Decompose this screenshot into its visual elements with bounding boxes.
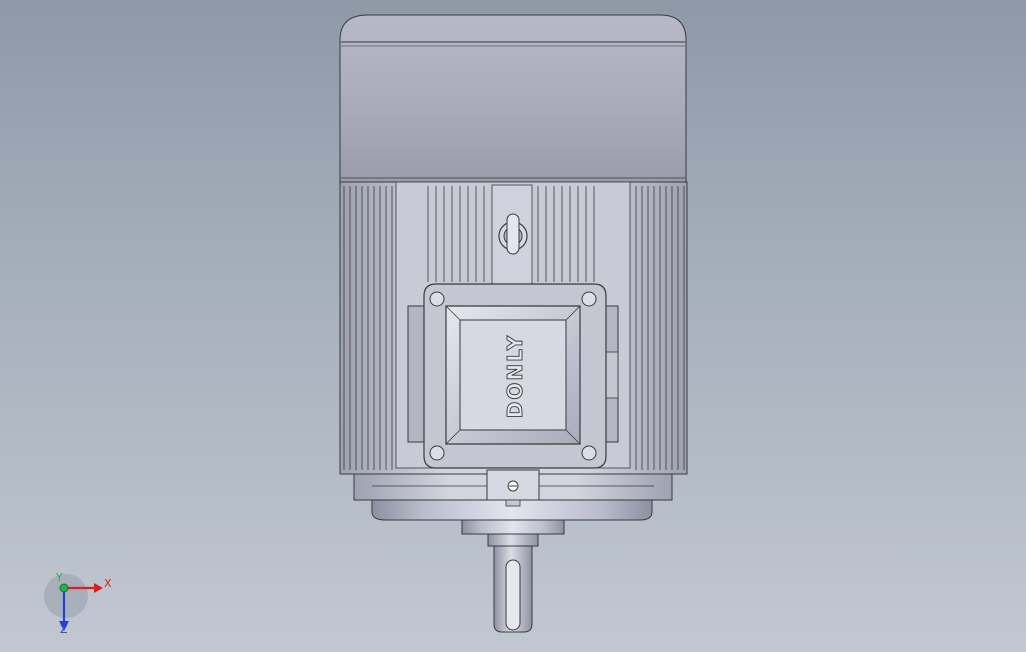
front-end-shield[interactable]: [353, 469, 673, 521]
y-axis-point-icon: [59, 583, 69, 593]
y-axis-label: Y: [55, 571, 63, 584]
orientation-triad[interactable]: X Y Z: [44, 571, 112, 636]
x-axis-label: X: [104, 577, 112, 590]
lifting-eye-bolt[interactable]: [491, 184, 533, 286]
output-shaft[interactable]: [461, 519, 565, 633]
brand-label: DONLY: [503, 334, 527, 418]
cad-viewport[interactable]: DONLY X Y Z: [0, 0, 1026, 652]
z-axis-label: Z: [60, 623, 68, 636]
x-axis-arrow-icon: [94, 583, 103, 593]
fan-cover[interactable]: [339, 14, 687, 183]
shaft-keyway: [505, 559, 521, 631]
cad-scene: DONLY X Y Z: [44, 14, 688, 636]
terminal-box[interactable]: DONLY: [407, 283, 619, 469]
